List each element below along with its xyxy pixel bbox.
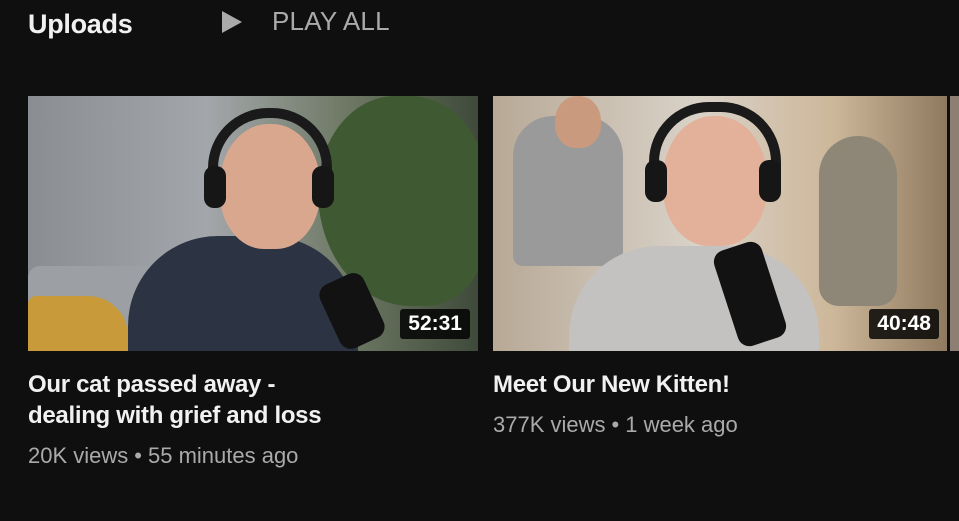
video-title[interactable]: Meet Our New Kitten! [493, 369, 947, 400]
video-card[interactable]: 52:31 Our cat passed away - dealing with… [28, 96, 478, 469]
headphone-ear-left [645, 160, 667, 202]
video-age: 55 minutes ago [147, 443, 299, 468]
play-all-button[interactable]: PLAY ALL [222, 6, 390, 37]
pillow-image [28, 296, 128, 351]
video-duration: 40:48 [869, 309, 939, 339]
video-title[interactable]: Our cat passed away - dealing with grief… [28, 369, 478, 431]
kitten-image [819, 136, 897, 306]
video-age: 1 week ago [625, 412, 738, 437]
separator-dot: • [611, 412, 620, 437]
video-meta: 377K views • 1 week ago [493, 412, 947, 438]
uploads-header: Uploads [28, 4, 133, 44]
video-duration: 52:31 [400, 309, 470, 339]
video-thumbnail[interactable]: 52:31 [28, 96, 478, 351]
headphone-ear-left [204, 166, 226, 208]
separator-dot: • [134, 443, 142, 468]
section-title[interactable]: Uploads [28, 9, 133, 40]
play-all-label: PLAY ALL [272, 6, 390, 36]
video-card[interactable]: 40:48 Meet Our New Kitten! 377K views • 1 … [493, 96, 947, 438]
video-views: 377K views [493, 412, 606, 437]
video-card-partial[interactable] [950, 96, 959, 351]
video-title-line: Our cat passed away - [28, 371, 276, 398]
headphone-ear-right [759, 160, 781, 202]
video-views: 20K views [28, 443, 129, 468]
video-meta: 20K views • 55 minutes ago [28, 443, 478, 469]
headphone-ear-right [312, 166, 334, 208]
play-icon [222, 10, 242, 33]
video-thumbnail[interactable] [950, 96, 959, 351]
video-title-line: dealing with grief and loss [28, 402, 322, 429]
background-person-head [555, 96, 601, 148]
video-title-line: Meet Our New Kitten! [493, 371, 730, 398]
video-thumbnail[interactable]: 40:48 [493, 96, 947, 351]
